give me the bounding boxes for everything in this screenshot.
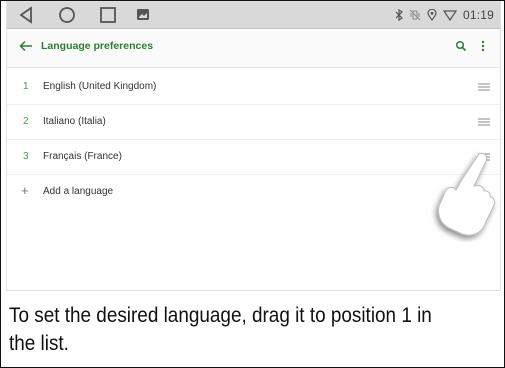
language-position: 2: [23, 116, 29, 127]
recents-square-icon[interactable]: [98, 5, 118, 25]
more-options-icon[interactable]: [480, 39, 486, 53]
drag-handle-icon[interactable]: [478, 118, 490, 126]
page-title: Language preferences: [41, 40, 154, 52]
wifi-icon: [442, 10, 457, 21]
vibrate-icon: [409, 9, 421, 21]
device-screen: 01:19 Language preferences 1 English (Un…: [7, 2, 500, 290]
pointing-hand-icon: [438, 153, 496, 236]
language-label: Français (France): [43, 151, 122, 162]
language-position: 3: [23, 151, 29, 162]
language-label: English (United Kingdom): [43, 81, 157, 92]
status-icons: 01:19: [395, 6, 494, 24]
instruction-caption: To set the desired language, drag it to …: [9, 303, 432, 355]
language-row[interactable]: 2 Italiano (Italia): [7, 105, 500, 140]
language-position: 1: [23, 81, 29, 92]
home-circle-icon[interactable]: [57, 5, 77, 25]
drag-handle-icon[interactable]: [478, 83, 490, 91]
plus-icon: +: [21, 183, 29, 198]
add-language-label: Add a language: [43, 186, 114, 197]
language-row[interactable]: 1 English (United Kingdom): [7, 70, 500, 105]
clock: 01:19: [462, 8, 494, 22]
app-bar: Language preferences: [7, 29, 500, 68]
back-arrow-icon[interactable]: [19, 40, 33, 52]
language-label: Italiano (Italia): [43, 116, 106, 127]
search-icon[interactable]: [455, 40, 467, 52]
gallery-icon: [137, 9, 149, 20]
bluetooth-icon: [395, 9, 403, 21]
status-bar: 01:19: [7, 2, 500, 29]
back-triangle-icon[interactable]: [18, 5, 34, 25]
tutorial-frame: 01:19 Language preferences 1 English (Un…: [0, 0, 505, 368]
location-icon: [427, 9, 437, 21]
